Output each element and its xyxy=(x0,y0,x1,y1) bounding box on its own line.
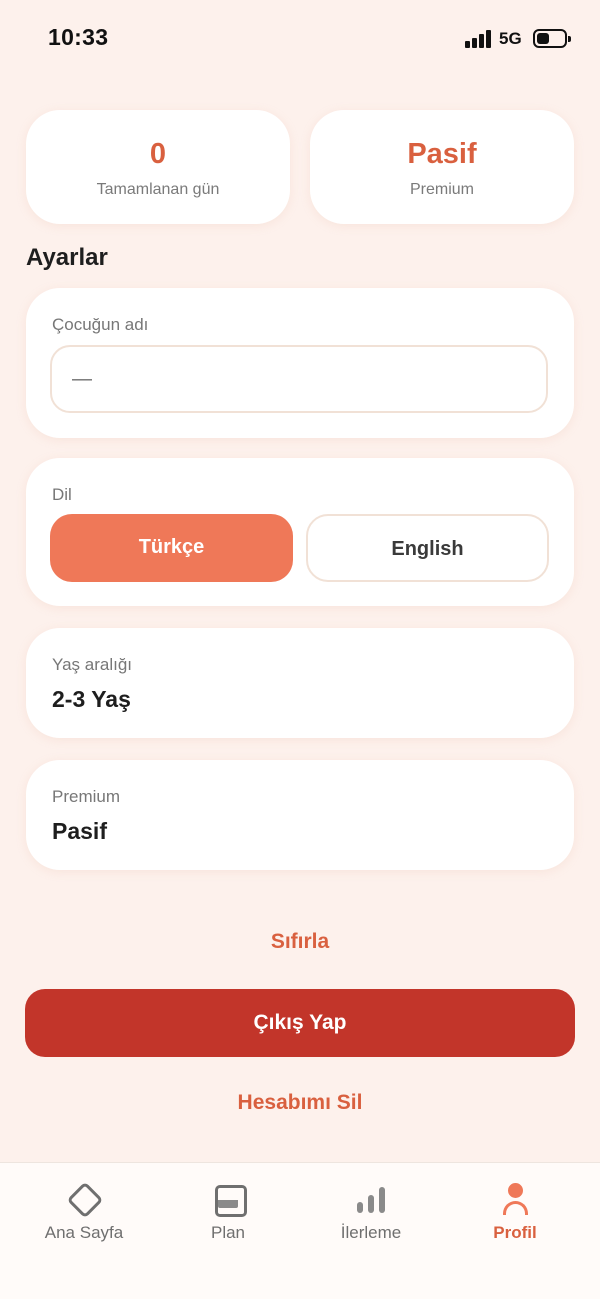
person-icon xyxy=(497,1181,533,1217)
network-label: 5G xyxy=(499,29,522,48)
premium-status-value: Pasif xyxy=(407,138,477,170)
battery-icon xyxy=(533,29,571,48)
completed-days-label: Tamamlanan gün xyxy=(96,181,220,198)
delete-account-button[interactable]: Hesabımı Sil xyxy=(0,1091,600,1115)
tab-home[interactable]: Ana Sayfa xyxy=(9,1163,159,1263)
child-name-input[interactable]: — xyxy=(50,345,548,413)
premium-value: Pasif xyxy=(52,818,107,844)
reset-button[interactable]: Sıfırla xyxy=(0,930,600,954)
tab-progress[interactable]: İlerleme xyxy=(296,1163,446,1263)
logout-button[interactable]: Çıkış Yap xyxy=(25,989,575,1057)
diamond-home-icon xyxy=(66,1181,102,1217)
bar-chart-icon xyxy=(353,1181,389,1217)
age-range-value: 2-3 Yaş xyxy=(52,686,131,712)
completed-days-value: 0 xyxy=(149,138,167,170)
language-english-button[interactable]: English xyxy=(306,514,549,582)
plan-icon xyxy=(210,1181,247,1217)
tab-bar: Ana Sayfa Plan İlerleme Profil xyxy=(0,1162,600,1299)
premium-card[interactable]: Premium Pasif xyxy=(26,760,574,870)
child-name-card: Çocuğun adı — xyxy=(26,288,574,438)
status-bar: 10:33 5G xyxy=(0,0,600,70)
completed-days-card: 0 Tamamlanan gün xyxy=(26,110,290,224)
settings-title: Ayarlar xyxy=(26,244,108,271)
age-range-label: Yaş aralığı xyxy=(52,655,133,674)
premium-status-card: Pasif Premium xyxy=(310,110,574,224)
language-turkish-button[interactable]: Türkçe xyxy=(50,514,293,582)
tab-progress-label: İlerleme xyxy=(340,1223,402,1242)
signal-icon xyxy=(465,30,491,48)
premium-status-label: Premium xyxy=(409,181,474,198)
language-card: Dil Türkçe English xyxy=(26,458,574,606)
tab-profile[interactable]: Profil xyxy=(440,1163,590,1263)
language-label: Dil xyxy=(52,485,72,504)
child-name-label: Çocuğun adı xyxy=(52,315,149,334)
tab-home-label: Ana Sayfa xyxy=(44,1223,124,1242)
tab-plan[interactable]: Plan xyxy=(153,1163,303,1263)
profile-screen: 10:33 5G 0 Tamamlanan gün Pasif Premium … xyxy=(0,0,600,1299)
premium-label: Premium xyxy=(52,787,121,806)
tab-profile-label: Profil xyxy=(493,1223,537,1242)
status-time: 10:33 xyxy=(48,24,109,50)
tab-plan-label: Plan xyxy=(210,1223,246,1242)
age-range-card[interactable]: Yaş aralığı 2-3 Yaş xyxy=(26,628,574,738)
